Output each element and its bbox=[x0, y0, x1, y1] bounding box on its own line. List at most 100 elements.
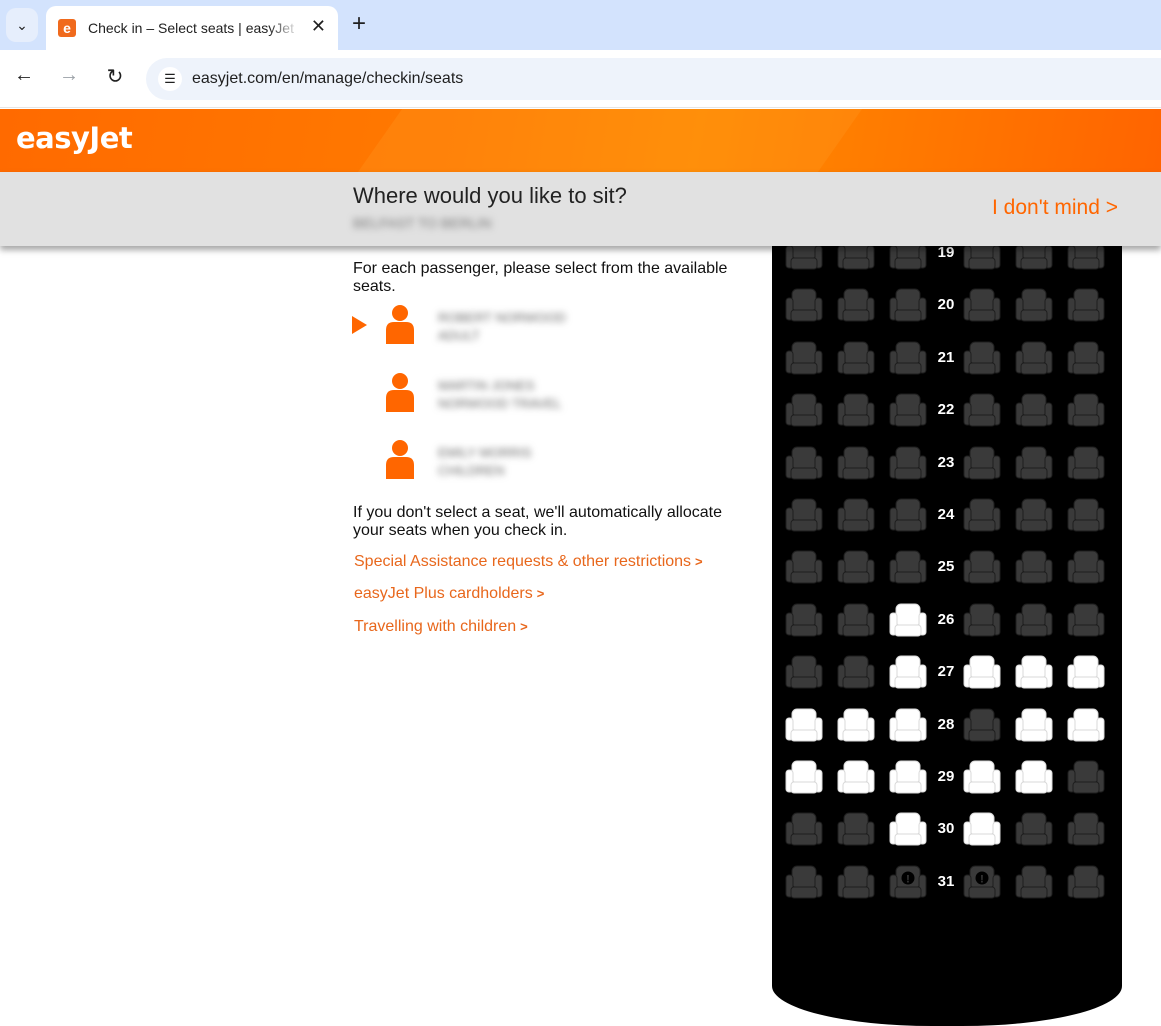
browser-toolbar: ← → ↻ ☰ easyjet.com/en/manage/checkin/se… bbox=[0, 50, 1161, 108]
seat-row-20: 20 bbox=[772, 288, 1122, 328]
passenger-item[interactable]: EMILY MORRIS CHILDREN bbox=[352, 439, 652, 487]
seat-29A[interactable] bbox=[785, 760, 823, 796]
seat-27D[interactable] bbox=[963, 655, 1001, 691]
seat-23E bbox=[1015, 446, 1053, 482]
back-arrow-icon[interactable]: ← bbox=[10, 64, 38, 87]
easyjet-plus-link[interactable]: easyJet Plus cardholders > bbox=[354, 585, 544, 603]
new-tab-plus-icon[interactable]: + bbox=[352, 10, 366, 38]
selected-passenger-arrow-icon bbox=[352, 316, 367, 334]
seat-29C[interactable] bbox=[889, 760, 927, 796]
seat-20F bbox=[1067, 288, 1105, 324]
seat-19B bbox=[837, 246, 875, 272]
seat-22F bbox=[1067, 393, 1105, 429]
seat-26E bbox=[1015, 603, 1053, 639]
link-chevron-icon: > bbox=[520, 619, 528, 634]
seat-23A bbox=[785, 446, 823, 482]
seat-26C[interactable] bbox=[889, 603, 927, 639]
easyjet-header: easyJet bbox=[0, 109, 1161, 172]
seat-26F bbox=[1067, 603, 1105, 639]
row-number: 19 bbox=[937, 246, 955, 261]
seat-28F[interactable] bbox=[1067, 708, 1105, 744]
dont-mind-button[interactable]: I don't mind > bbox=[992, 196, 1118, 220]
seat-28A[interactable] bbox=[785, 708, 823, 744]
seat-22A bbox=[785, 393, 823, 429]
seat-29F bbox=[1067, 760, 1105, 796]
seat-27F[interactable] bbox=[1067, 655, 1105, 691]
seat-31C-restricted-icon: ! bbox=[889, 865, 927, 901]
seat-20C bbox=[889, 288, 927, 324]
route-subtitle: BELFAST TO BERLIN bbox=[353, 215, 492, 231]
seat-27E[interactable] bbox=[1015, 655, 1053, 691]
seat-21B bbox=[837, 341, 875, 377]
seat-29E[interactable] bbox=[1015, 760, 1053, 796]
seat-27B bbox=[837, 655, 875, 691]
seat-23D bbox=[963, 446, 1001, 482]
seat-30B bbox=[837, 812, 875, 848]
special-assistance-link[interactable]: Special Assistance requests & other rest… bbox=[354, 553, 703, 571]
seat-20E bbox=[1015, 288, 1053, 324]
seat-21F bbox=[1067, 341, 1105, 377]
seat-row-23: 23 bbox=[772, 446, 1122, 486]
seat-29D[interactable] bbox=[963, 760, 1001, 796]
seat-22E bbox=[1015, 393, 1053, 429]
seat-25D bbox=[963, 550, 1001, 586]
travelling-with-children-link[interactable]: Travelling with children > bbox=[354, 618, 528, 636]
seat-28B[interactable] bbox=[837, 708, 875, 744]
seat-21E bbox=[1015, 341, 1053, 377]
passenger-item[interactable]: MARTIN JONES NORWOOD TRAVEL bbox=[352, 372, 652, 420]
forward-arrow-icon[interactable]: → bbox=[55, 64, 83, 87]
seat-30D[interactable] bbox=[963, 812, 1001, 848]
seat-28C[interactable] bbox=[889, 708, 927, 744]
row-number: 24 bbox=[937, 506, 955, 523]
seat-31A bbox=[785, 865, 823, 901]
seat-20A bbox=[785, 288, 823, 324]
row-number: 23 bbox=[937, 453, 955, 471]
reload-icon[interactable]: ↻ bbox=[101, 64, 129, 89]
seat-19A bbox=[785, 246, 823, 272]
seat-24B bbox=[837, 498, 875, 534]
site-settings-icon[interactable]: ☰ bbox=[158, 67, 182, 91]
seat-27A bbox=[785, 655, 823, 691]
passenger-person-icon bbox=[386, 373, 414, 412]
svg-text:!: ! bbox=[906, 873, 910, 885]
seat-31E bbox=[1015, 865, 1053, 901]
seat-row-21: 21 bbox=[772, 341, 1122, 381]
seat-21C bbox=[889, 341, 927, 377]
passenger-info: ADULT bbox=[438, 328, 480, 343]
row-number: 21 bbox=[937, 348, 955, 366]
svg-text:!: ! bbox=[980, 873, 984, 885]
seat-29B[interactable] bbox=[837, 760, 875, 796]
seat-30C[interactable] bbox=[889, 812, 927, 848]
link-chevron-icon: > bbox=[536, 586, 545, 601]
passenger-person-icon bbox=[386, 305, 414, 344]
seat-23C bbox=[889, 446, 927, 482]
row-number: 27 bbox=[937, 663, 955, 681]
seat-24C bbox=[889, 498, 927, 534]
row-number: 26 bbox=[937, 610, 955, 628]
tab-close-icon[interactable]: ✕ bbox=[311, 16, 326, 37]
seat-30E bbox=[1015, 812, 1053, 848]
seat-row-24: 24 bbox=[772, 498, 1122, 538]
seat-25B bbox=[837, 550, 875, 586]
seat-19F bbox=[1067, 246, 1105, 272]
tab-search-chevron-down-icon[interactable]: ⌄ bbox=[6, 8, 38, 42]
seat-27C[interactable] bbox=[889, 655, 927, 691]
link-label: Special Assistance requests & other rest… bbox=[354, 553, 692, 570]
address-bar[interactable]: ☰ easyjet.com/en/manage/checkin/seats bbox=[146, 58, 1161, 100]
row-number: 20 bbox=[937, 296, 955, 314]
seat-25A bbox=[785, 550, 823, 586]
seat-30F bbox=[1067, 812, 1105, 848]
browser-tab[interactable]: e Check in – Select seats | easyJet ✕ bbox=[46, 6, 338, 50]
seat-21A bbox=[785, 341, 823, 377]
url-text[interactable]: easyjet.com/en/manage/checkin/seats bbox=[192, 70, 463, 88]
row-number: 31 bbox=[937, 872, 955, 890]
seat-28D bbox=[963, 708, 1001, 744]
seat-20B bbox=[837, 288, 875, 324]
seat-31F bbox=[1067, 865, 1105, 901]
seat-28E[interactable] bbox=[1015, 708, 1053, 744]
easyjet-logo[interactable]: easyJet bbox=[16, 121, 133, 155]
passenger-name: EMILY MORRIS bbox=[438, 445, 532, 460]
passenger-item[interactable]: ROBERT NORWOOD ADULT bbox=[352, 304, 652, 352]
passenger-person-icon bbox=[386, 440, 414, 479]
page-title: Where would you like to sit? bbox=[353, 183, 627, 208]
